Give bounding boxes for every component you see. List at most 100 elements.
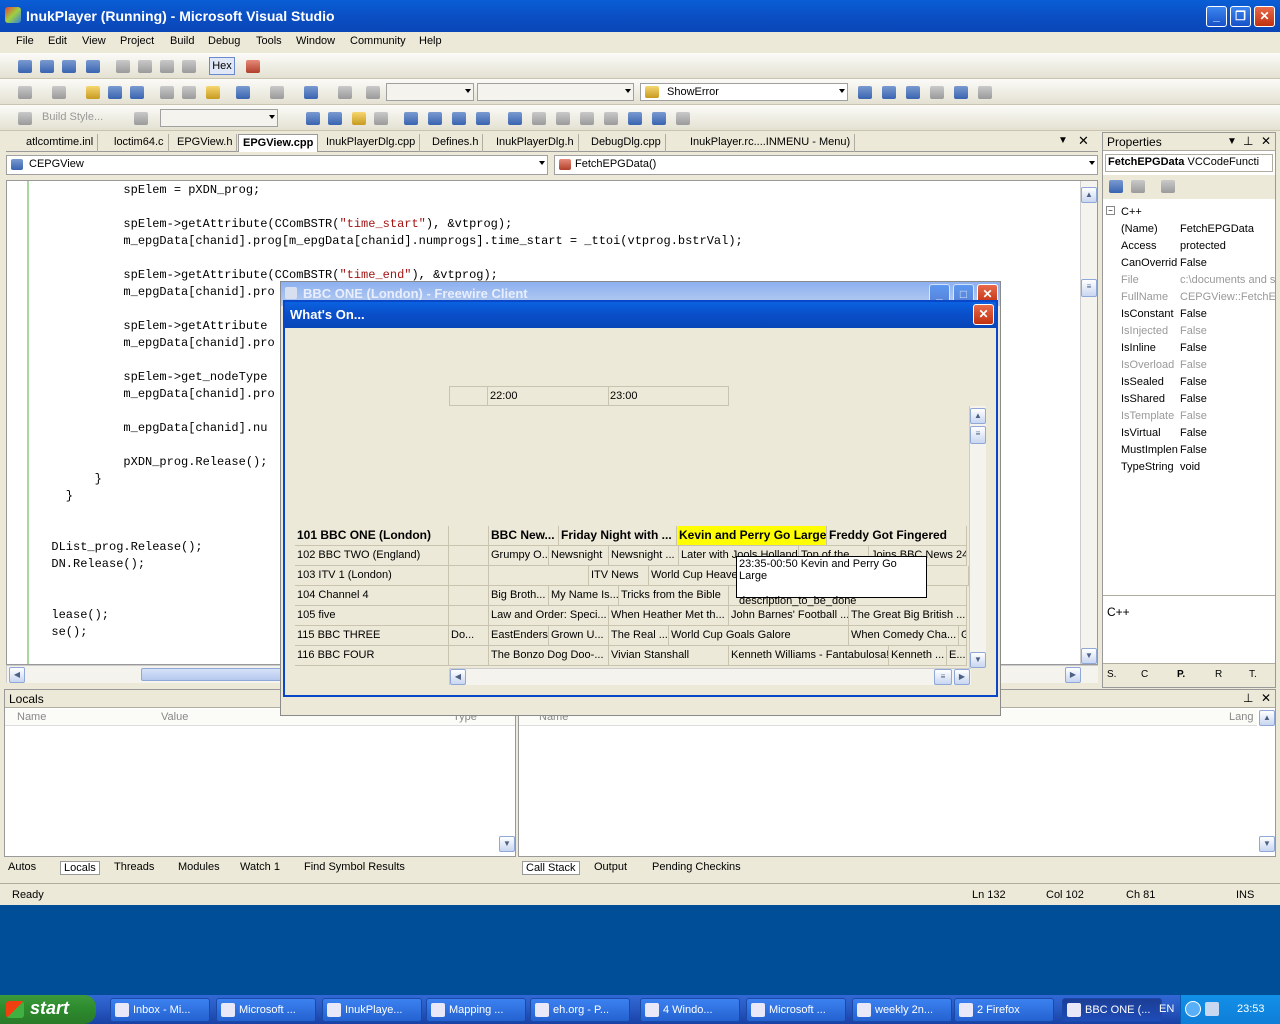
tray-app-icon[interactable]: [1205, 1002, 1219, 1016]
bookmark-icon[interactable]: [508, 112, 522, 125]
programme-cell[interactable]: Newsnight: [549, 546, 609, 566]
tab-defines-h[interactable]: Defines.h: [428, 134, 484, 152]
toolbox-icon[interactable]: [930, 86, 944, 99]
channel-name[interactable]: 116 BBC FOUR: [295, 646, 449, 666]
restore-button[interactable]: ❐: [1230, 6, 1251, 27]
add-item-icon[interactable]: [52, 86, 66, 99]
menu-edit[interactable]: Edit: [48, 35, 67, 47]
solution-explorer-icon[interactable]: [882, 86, 896, 99]
menu-help[interactable]: Help: [419, 35, 442, 47]
programme-cell[interactable]: My Name Is...: [549, 586, 619, 606]
redo-icon[interactable]: [270, 86, 284, 99]
property-row[interactable]: IsOverload False: [1103, 357, 1277, 374]
taskbar-button[interactable]: 4 Windo...: [640, 998, 740, 1022]
menu-tools[interactable]: Tools: [256, 35, 282, 47]
tab-modules[interactable]: Modules: [178, 861, 220, 873]
property-value[interactable]: CEPGView::FetchEP: [1180, 291, 1276, 303]
next-bookmark-folder-icon[interactable]: [604, 112, 618, 125]
close-button[interactable]: ✕: [1254, 6, 1275, 27]
programme-cell[interactable]: Vivian Stanshall: [609, 646, 729, 666]
tab-epgview-h[interactable]: EPGView.h: [173, 134, 238, 152]
callstack-scroll-down-icon[interactable]: ▼: [1259, 836, 1275, 852]
navigate-backward-icon[interactable]: [304, 86, 318, 99]
programme-cell[interactable]: Do...: [449, 626, 489, 646]
find-combo[interactable]: ShowError: [640, 83, 848, 101]
property-row[interactable]: TypeString void: [1103, 459, 1277, 476]
programme-cell[interactable]: When Comedy Cha...: [849, 626, 959, 646]
locals-scroll-down-icon[interactable]: ▼: [499, 836, 515, 852]
tab-resource-view[interactable]: R: [1215, 669, 1222, 680]
taskbar-button[interactable]: weekly 2n...: [852, 998, 952, 1022]
property-value[interactable]: False: [1180, 444, 1276, 456]
col-name[interactable]: Name: [17, 711, 46, 723]
tab-watch-1[interactable]: Watch 1: [240, 861, 280, 873]
property-value[interactable]: False: [1180, 359, 1276, 371]
tab-class-view[interactable]: C: [1141, 669, 1148, 680]
property-row[interactable]: IsSealed False: [1103, 374, 1277, 391]
property-value[interactable]: False: [1180, 257, 1276, 269]
channel-name[interactable]: 115 BBC THREE: [295, 626, 449, 646]
programme-cell[interactable]: Kevin and Perry Go Large: [677, 526, 827, 546]
properties-dropdown-icon[interactable]: ▼: [1227, 136, 1237, 147]
programme-cell[interactable]: EastEnders: [489, 626, 549, 646]
property-row[interactable]: MustImplen False: [1103, 442, 1277, 459]
prev-bookmark-folder-icon[interactable]: [580, 112, 594, 125]
programme-cell[interactable]: E...: [947, 646, 967, 666]
property-value[interactable]: FetchEPGData: [1180, 223, 1276, 235]
programme-cell[interactable]: The Real ...: [609, 626, 669, 646]
menu-debug[interactable]: Debug: [208, 35, 240, 47]
uncomment-icon[interactable]: [476, 112, 490, 125]
tab-loctim64[interactable]: loctim64.c: [110, 134, 169, 152]
outdent-icon[interactable]: [428, 112, 442, 125]
indent-icon[interactable]: [404, 112, 418, 125]
continue-icon[interactable]: [18, 60, 32, 73]
close-document-icon[interactable]: ✕: [1078, 133, 1089, 149]
callstack-close-icon[interactable]: ✕: [1261, 691, 1271, 705]
taskbar-button[interactable]: Mapping ...: [426, 998, 526, 1022]
minimize-button[interactable]: _: [1206, 6, 1227, 27]
scroll-up-icon[interactable]: ▲: [1081, 187, 1097, 203]
tab-debugdlg-cpp[interactable]: DebugDlg.cpp: [587, 134, 666, 152]
scroll-right-icon[interactable]: ▶: [1065, 667, 1081, 683]
solution-platform-combo[interactable]: [477, 83, 634, 101]
property-row[interactable]: IsVirtual False: [1103, 425, 1277, 442]
build-icon[interactable]: [18, 112, 32, 125]
taskbar-button[interactable]: Microsoft ...: [746, 998, 846, 1022]
scroll-down-icon[interactable]: ▼: [1081, 648, 1097, 664]
property-row[interactable]: IsShared False: [1103, 391, 1277, 408]
scroll-left-icon[interactable]: ◀: [9, 667, 25, 683]
collapse-icon[interactable]: −: [1106, 206, 1115, 215]
programme-cell[interactable]: Kenneth Williams - Fantabulosa!: [729, 646, 889, 666]
col-value[interactable]: Value: [161, 711, 188, 723]
format-icon-1[interactable]: [306, 112, 320, 125]
callstack-col-lang[interactable]: Lang: [1229, 711, 1253, 723]
tab-pending-checkins[interactable]: Pending Checkins: [652, 861, 741, 873]
menu-build[interactable]: Build: [170, 35, 194, 47]
start-icon[interactable]: [366, 86, 380, 99]
comment-icon[interactable]: [452, 112, 466, 125]
property-row[interactable]: IsTemplate False: [1103, 408, 1277, 425]
menu-project[interactable]: Project: [120, 35, 154, 47]
paste-icon[interactable]: [206, 86, 220, 99]
programme-cell[interactable]: World Cup Goals Galore: [669, 626, 849, 646]
copy-icon[interactable]: [182, 86, 196, 99]
property-row[interactable]: FullName CEPGView::FetchEP: [1103, 289, 1277, 306]
taskbar-button[interactable]: BBC ONE (...: [1062, 998, 1162, 1022]
property-pages-icon[interactable]: [1161, 180, 1175, 193]
property-row[interactable]: Access protected: [1103, 238, 1277, 255]
cut-icon[interactable]: [160, 86, 174, 99]
properties-object-combo[interactable]: FetchEPGData VCCodeFuncti: [1105, 154, 1273, 172]
restart-icon[interactable]: [86, 60, 100, 73]
menu-view[interactable]: View: [82, 35, 106, 47]
tab-threads[interactable]: Threads: [114, 861, 154, 873]
solution-config-combo[interactable]: [386, 83, 474, 101]
taskbar-button[interactable]: InukPlaye...: [322, 998, 422, 1022]
language-indicator[interactable]: EN: [1159, 1003, 1174, 1015]
programme-cell[interactable]: G: [959, 626, 967, 646]
prev-bookmark-icon[interactable]: [532, 112, 546, 125]
channel-name[interactable]: 104 Channel 4: [295, 586, 449, 606]
new-project-icon[interactable]: [18, 86, 32, 99]
property-value[interactable]: c:\documents and se: [1180, 274, 1276, 286]
break-all-icon[interactable]: [40, 60, 54, 73]
programme-cell[interactable]: Grown U...: [549, 626, 609, 646]
